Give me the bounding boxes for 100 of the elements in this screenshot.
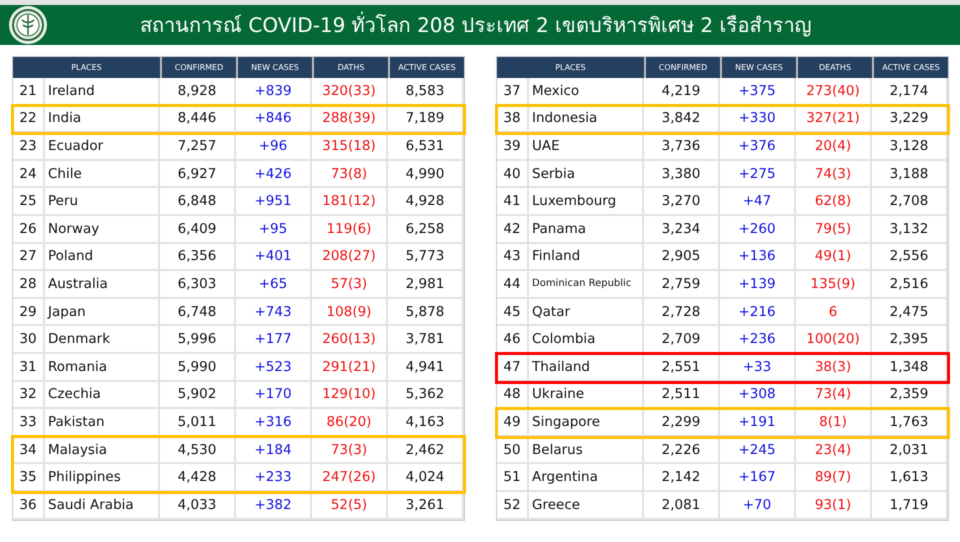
confirmed-cell: 2,551: [644, 354, 720, 382]
country-cell: Argentina: [529, 464, 644, 492]
new-cases-cell: +523: [236, 354, 312, 382]
rank-cell: 45: [497, 298, 529, 326]
rank-cell: 38: [497, 106, 529, 134]
new-cases-cell: +245: [720, 436, 796, 464]
rank-cell: 26: [13, 216, 45, 244]
deaths-cell: 73(4): [796, 382, 872, 410]
active-cases-cell: 8,583: [388, 78, 464, 106]
rank-cell: 50: [497, 436, 529, 464]
column-header: CONFIRMED: [160, 57, 236, 78]
rank-cell: 29: [13, 298, 45, 326]
deaths-cell: 247(26): [312, 464, 388, 492]
active-cases-cell: 4,928: [388, 188, 464, 216]
active-cases-cell: 3,132: [872, 216, 948, 244]
deaths-cell: 181(12): [312, 188, 388, 216]
emblem-icon: [8, 5, 48, 45]
country-cell: Saudi Arabia: [45, 492, 160, 520]
rank-cell: 34: [13, 436, 45, 464]
new-cases-cell: +308: [720, 382, 796, 410]
active-cases-cell: 1,348: [872, 354, 948, 382]
rank-cell: 35: [13, 464, 45, 492]
country-cell: Poland: [45, 244, 160, 272]
confirmed-cell: 2,728: [644, 298, 720, 326]
deaths-cell: 73(3): [312, 436, 388, 464]
new-cases-cell: +376: [720, 133, 796, 161]
country-cell: Finland: [529, 244, 644, 272]
deaths-cell: 49(1): [796, 244, 872, 272]
deaths-cell: 62(8): [796, 188, 872, 216]
country-cell: Indonesia: [529, 106, 644, 134]
confirmed-cell: 2,759: [644, 271, 720, 299]
deaths-cell: 291(21): [312, 354, 388, 382]
new-cases-cell: +426: [236, 160, 312, 188]
rank-cell: 41: [497, 188, 529, 216]
deaths-cell: 38(3): [796, 354, 872, 382]
deaths-cell: 135(9): [796, 271, 872, 299]
active-cases-cell: 3,781: [388, 326, 464, 354]
confirmed-cell: 2,905: [644, 244, 720, 272]
country-cell: Qatar: [529, 298, 644, 326]
rank-cell: 51: [497, 464, 529, 492]
rank-cell: 48: [497, 382, 529, 410]
deaths-cell: 86(20): [312, 409, 388, 437]
active-cases-cell: 2,475: [872, 298, 948, 326]
deaths-cell: 208(27): [312, 244, 388, 272]
country-cell: Malaysia: [45, 436, 160, 464]
rank-cell: 27: [13, 244, 45, 272]
new-cases-cell: +260: [720, 216, 796, 244]
active-cases-cell: 2,462: [388, 436, 464, 464]
active-cases-cell: 2,708: [872, 188, 948, 216]
rank-cell: 39: [497, 133, 529, 161]
country-cell: Colombia: [529, 326, 644, 354]
rank-cell: 23: [13, 133, 45, 161]
new-cases-cell: +382: [236, 492, 312, 520]
new-cases-cell: +951: [236, 188, 312, 216]
country-cell: Chile: [45, 160, 160, 188]
confirmed-cell: 3,380: [644, 160, 720, 188]
confirmed-cell: 3,736: [644, 133, 720, 161]
confirmed-cell: 5,902: [160, 382, 236, 410]
rank-cell: 40: [497, 160, 529, 188]
confirmed-cell: 4,219: [644, 78, 720, 106]
active-cases-cell: 4,163: [388, 409, 464, 437]
new-cases-cell: +743: [236, 298, 312, 326]
rank-cell: 49: [497, 409, 529, 437]
rank-cell: 52: [497, 492, 529, 520]
active-cases-cell: 1,719: [872, 492, 948, 520]
column-header: PLACES: [70, 62, 103, 74]
rank-cell: 30: [13, 326, 45, 354]
column-header: NEW CASES: [236, 57, 312, 78]
country-cell: Romania: [45, 354, 160, 382]
deaths-cell: 79(5): [796, 216, 872, 244]
rank-cell: 44: [497, 271, 529, 299]
active-cases-cell: 3,229: [872, 106, 948, 134]
new-cases-cell: +95: [236, 216, 312, 244]
active-cases-cell: 2,031: [872, 436, 948, 464]
country-cell: Pakistan: [45, 409, 160, 437]
confirmed-cell: 2,511: [644, 382, 720, 410]
confirmed-cell: 4,530: [160, 436, 236, 464]
active-cases-cell: 5,362: [388, 382, 464, 410]
confirmed-cell: 3,270: [644, 188, 720, 216]
new-cases-cell: +316: [236, 409, 312, 437]
confirmed-cell: 6,303: [160, 271, 236, 299]
new-cases-cell: +65: [236, 271, 312, 299]
rank-cell: 24: [13, 160, 45, 188]
rank-cell: 37: [497, 78, 529, 106]
deaths-cell: 327(21): [796, 106, 872, 134]
active-cases-cell: 2,174: [872, 78, 948, 106]
country-cell: Greece: [529, 492, 644, 520]
rank-cell: 32: [13, 382, 45, 410]
rank-cell: 36: [13, 492, 45, 520]
confirmed-cell: 6,848: [160, 188, 236, 216]
new-cases-cell: +236: [720, 326, 796, 354]
column-header: PLACES: [554, 62, 587, 74]
new-cases-cell: +330: [720, 106, 796, 134]
active-cases-cell: 4,024: [388, 464, 464, 492]
deaths-cell: 129(10): [312, 382, 388, 410]
active-cases-cell: 5,773: [388, 244, 464, 272]
active-cases-cell: 3,128: [872, 133, 948, 161]
deaths-cell: 89(7): [796, 464, 872, 492]
deaths-cell: 260(13): [312, 326, 388, 354]
rank-cell: 47: [497, 354, 529, 382]
